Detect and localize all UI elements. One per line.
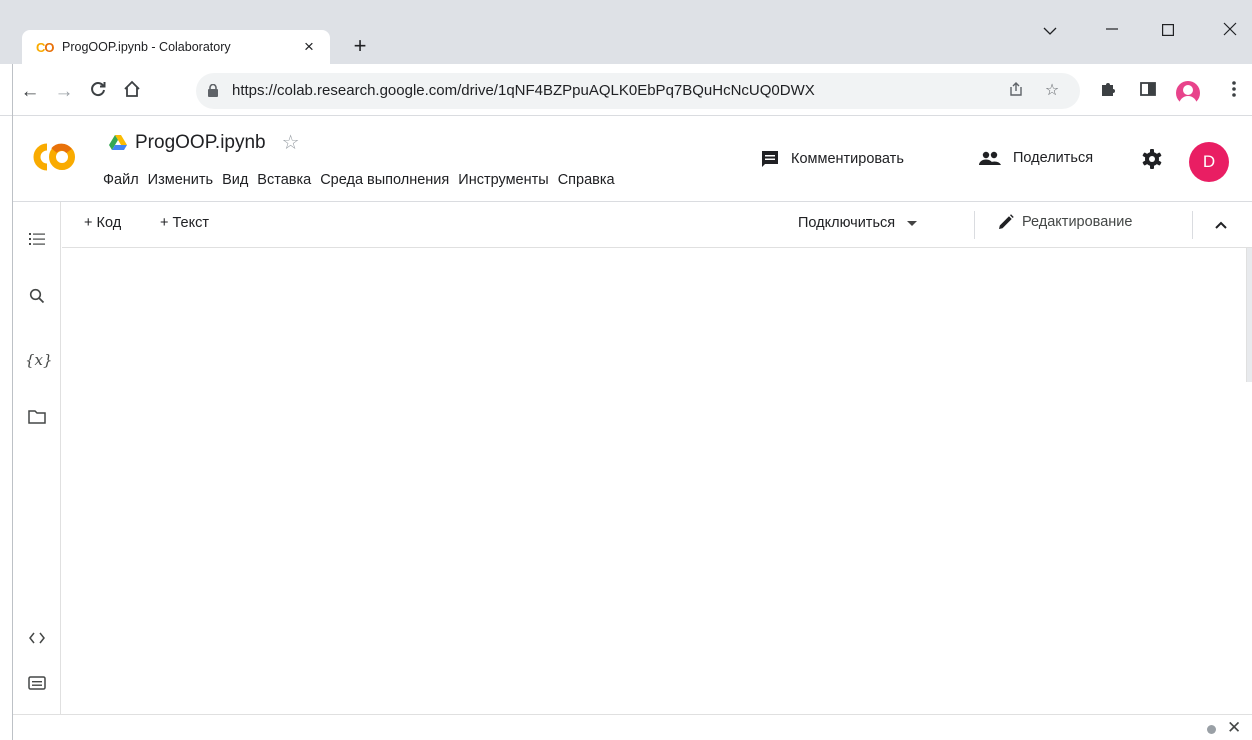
- colab-menubar: Файл Изменить Вид Вставка Среда выполнения Ин…: [103, 172, 735, 194]
- connect-dropdown-caret-icon[interactable]: [907, 220, 918, 226]
- tab-search-chevron-icon[interactable]: [1038, 20, 1062, 44]
- editing-label: Редактирование: [1022, 214, 1133, 230]
- table-of-contents-icon[interactable]: [25, 230, 49, 254]
- code-snippets-icon[interactable]: [25, 628, 49, 652]
- search-icon[interactable]: [25, 288, 49, 312]
- vertical-scrollbar[interactable]: [1246, 248, 1252, 382]
- browser-profile-avatar[interactable]: [1176, 81, 1200, 105]
- files-folder-icon[interactable]: [25, 408, 49, 432]
- side-panel-icon[interactable]: [1136, 80, 1160, 104]
- colab-header: ProgOOP.ipynb ☆ Файл Изменить Вид Вставка Ср…: [13, 116, 1252, 202]
- settings-gear-icon[interactable]: [1141, 148, 1163, 170]
- variables-icon[interactable]: {x}: [25, 348, 53, 372]
- browser-tab-strip: CO ProgOOP.ipynb - Colaboratory × +: [0, 0, 1252, 64]
- tab-close-icon[interactable]: ×: [300, 38, 318, 56]
- connect-runtime-button[interactable]: Подключиться: [798, 215, 918, 231]
- address-bar[interactable]: https://colab.research.google.com/drive/…: [196, 73, 1080, 109]
- command-palette-icon[interactable]: [25, 674, 49, 698]
- toolbar-divider: [1192, 211, 1193, 239]
- share-button[interactable]: Поделиться: [979, 150, 1093, 166]
- google-drive-icon: [109, 134, 127, 150]
- toolbar-divider: [974, 211, 975, 239]
- notebook-title-row: ProgOOP.ipynb ☆: [109, 130, 300, 155]
- lock-icon: [208, 84, 218, 97]
- menu-view[interactable]: Вид: [222, 172, 248, 188]
- add-code-cell-button[interactable]: + Код: [84, 215, 121, 231]
- star-notebook-icon[interactable]: ☆: [282, 130, 300, 155]
- share-page-icon[interactable]: [1006, 81, 1026, 101]
- pencil-icon: [999, 214, 1014, 229]
- user-avatar[interactable]: D: [1189, 142, 1229, 182]
- status-bar: ✕: [13, 714, 1252, 740]
- browser-window: CO ProgOOP.ipynb - Colaboratory × + ← →: [0, 0, 1252, 740]
- people-icon: [979, 151, 1001, 165]
- comment-button[interactable]: Комментировать: [761, 150, 904, 168]
- home-icon[interactable]: [120, 80, 144, 104]
- notebook-content-area[interactable]: [62, 248, 1252, 714]
- extensions-puzzle-icon[interactable]: [1096, 80, 1120, 104]
- comment-label: Комментировать: [791, 151, 904, 167]
- browser-tab-active[interactable]: CO ProgOOP.ipynb - Colaboratory ×: [22, 30, 330, 64]
- bookmark-star-icon[interactable]: ☆: [1042, 81, 1062, 101]
- close-window-button[interactable]: [1218, 20, 1242, 44]
- reload-icon[interactable]: [86, 80, 110, 104]
- minimize-button[interactable]: [1100, 20, 1124, 44]
- status-close-icon[interactable]: ✕: [1227, 718, 1241, 738]
- status-indicator-dot: [1207, 725, 1216, 734]
- menu-help[interactable]: Справка: [558, 172, 615, 188]
- notebook-title[interactable]: ProgOOP.ipynb: [135, 132, 266, 154]
- menu-file[interactable]: Файл: [103, 172, 139, 188]
- left-side-rail: {x}: [13, 202, 61, 714]
- forward-arrow-icon[interactable]: →: [52, 80, 76, 104]
- comment-icon: [762, 151, 778, 167]
- notebook-toolbar: + Код + Текст Подключиться Редактировани…: [62, 202, 1252, 248]
- back-arrow-icon[interactable]: ←: [18, 80, 42, 104]
- new-tab-button[interactable]: +: [348, 34, 372, 58]
- tab-title: ProgOOP.ipynb - Colaboratory: [62, 40, 231, 54]
- colab-logo-icon[interactable]: [25, 140, 79, 174]
- menu-runtime[interactable]: Среда выполнения: [320, 172, 449, 188]
- menu-tools[interactable]: Инструменты: [458, 172, 548, 188]
- share-label: Поделиться: [1013, 150, 1094, 166]
- connect-label: Подключиться: [798, 215, 896, 231]
- collapse-header-chevron-up-icon[interactable]: [1210, 214, 1232, 236]
- browser-toolbar: ← → https://colab.research.google.com/dr…: [0, 64, 1252, 116]
- url-text: https://colab.research.google.com/drive/…: [232, 82, 815, 99]
- editing-mode-button[interactable]: Редактирование: [998, 214, 1132, 230]
- browser-menu-kebab-icon[interactable]: [1222, 80, 1246, 104]
- maximize-button[interactable]: [1156, 20, 1180, 44]
- colab-favicon-icon: CO: [36, 39, 55, 55]
- add-text-cell-button[interactable]: + Текст: [160, 215, 209, 231]
- menu-insert[interactable]: Вставка: [257, 172, 311, 188]
- menu-edit[interactable]: Изменить: [148, 172, 213, 188]
